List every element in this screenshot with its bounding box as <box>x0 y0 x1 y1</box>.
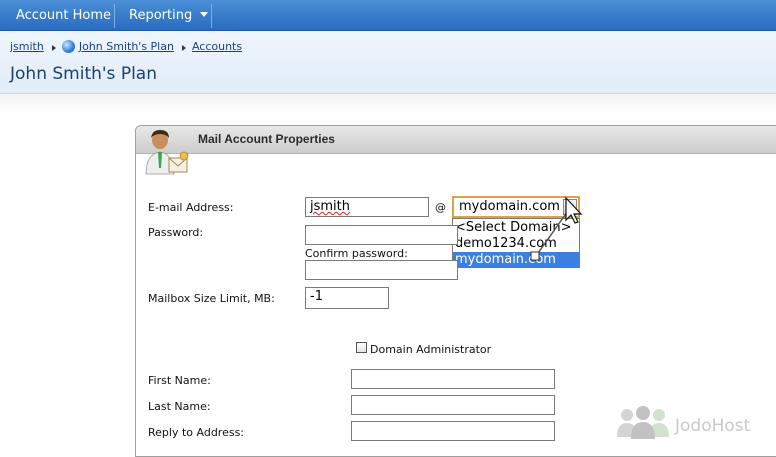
confirm-password-input[interactable] <box>305 260 458 280</box>
mailbox-size-label: Mailbox Size Limit, MB: <box>148 292 275 305</box>
first-name-input[interactable] <box>351 369 555 389</box>
globe-icon <box>61 40 75 53</box>
breadcrumb-user-link[interactable]: jsmith <box>10 40 44 53</box>
breadcrumb-accounts-link[interactable]: Accounts <box>192 40 242 53</box>
email-username-input[interactable]: jsmith <box>305 197 429 217</box>
cursor-drag-icon <box>530 196 583 261</box>
watermark-text: JodoHost <box>675 416 751 436</box>
nav-separator <box>211 4 212 28</box>
mail-user-icon <box>145 130 189 175</box>
reply-address-label: Reply to Address: <box>148 426 245 439</box>
last-name-input[interactable] <box>351 395 555 415</box>
mailbox-size-input[interactable]: -1 <box>305 287 389 309</box>
at-sign: @ <box>435 201 446 214</box>
panel-title: Mail Account Properties <box>198 132 335 146</box>
top-nav-bar: Account Home Reporting <box>0 0 776 31</box>
confirm-password-label: Confirm password: <box>305 247 408 260</box>
page-header: jsmith John Smith's Plan Accounts John Smi… <box>0 31 776 94</box>
last-name-label: Last Name: <box>148 400 211 413</box>
reply-address-input[interactable] <box>351 421 555 441</box>
chevron-down-icon <box>200 12 209 17</box>
breadcrumb-plan-link[interactable]: John Smith's Plan <box>79 40 174 53</box>
first-name-label: First Name: <box>148 374 211 387</box>
nav-separator <box>114 4 115 28</box>
breadcrumb: jsmith John Smith's Plan Accounts <box>10 40 242 53</box>
panel-header: Mail Account Properties <box>136 126 776 154</box>
password-input[interactable] <box>305 225 458 245</box>
header-shadow <box>0 94 776 114</box>
domain-admin-checkbox[interactable] <box>356 342 367 353</box>
nav-account-home[interactable]: Account Home <box>16 0 111 30</box>
breadcrumb-arrow-icon <box>181 45 186 51</box>
email-username-value: jsmith <box>310 199 350 214</box>
email-label: E-mail Address: <box>148 201 234 214</box>
domain-admin-label: Domain Administrator <box>370 343 492 356</box>
people-logo-icon <box>617 406 669 439</box>
page-title: John Smith's Plan <box>10 64 157 84</box>
password-label: Password: <box>148 226 204 239</box>
breadcrumb-arrow-icon <box>51 45 56 51</box>
watermark: JodoHost <box>615 405 775 445</box>
nav-reporting[interactable]: Reporting <box>129 0 209 30</box>
nav-reporting-label: Reporting <box>129 8 193 23</box>
